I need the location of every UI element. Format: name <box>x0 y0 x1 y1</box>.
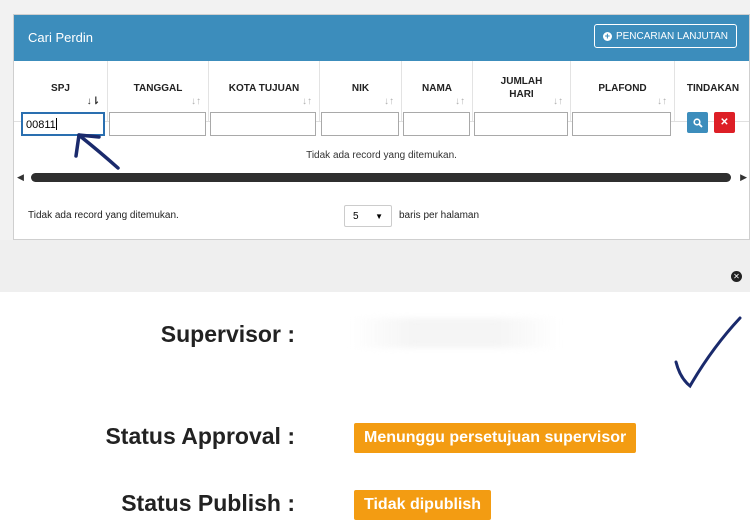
scrollbar-thumb[interactable] <box>31 173 731 182</box>
close-icon: ✕ <box>720 117 729 128</box>
search-button[interactable] <box>687 112 708 133</box>
supervisor-label: Supervisor : <box>160 321 295 347</box>
caret-down-icon: ▼ <box>375 211 383 221</box>
jumlah-hari-filter-input[interactable] <box>474 112 568 136</box>
search-icon <box>692 117 703 128</box>
panel-title: Cari Perdin <box>28 30 94 45</box>
sort-icon[interactable]: ↓↑ <box>553 96 563 107</box>
column-label: SPJ <box>51 82 70 94</box>
filter-row: 00811 ✕ <box>14 112 749 140</box>
panel-header: Cari Perdin + PENCARIAN LANJUTAN <box>14 15 749 61</box>
plafond-filter-input[interactable] <box>572 112 671 136</box>
advanced-search-label: PENCARIAN LANJUTAN <box>615 30 728 42</box>
sort-icon[interactable]: ↓↑ <box>657 96 667 107</box>
status-publish-badge: Tidak dipublish <box>354 490 492 520</box>
status-publish-label: Status Publish : <box>121 490 295 516</box>
column-label: JUMLAH HARI <box>500 76 543 100</box>
search-panel: Cari Perdin + PENCARIAN LANJUTAN SPJ ↓⇂ … <box>13 14 750 240</box>
scroll-right-icon[interactable]: ▶ <box>740 172 747 183</box>
advanced-search-button[interactable]: + PENCARIAN LANJUTAN <box>593 24 737 48</box>
close-circle-icon[interactable]: ✕ <box>731 271 742 282</box>
column-label: NIK <box>351 82 370 94</box>
sort-descending-icon[interactable]: ↓⇂ <box>87 96 100 107</box>
column-label: PLAFOND <box>598 82 647 94</box>
sort-icon[interactable]: ↓↑ <box>384 96 394 107</box>
gray-strip <box>0 240 750 292</box>
nama-filter-input[interactable] <box>403 112 470 136</box>
sort-icon[interactable]: ↓↑ <box>302 96 312 107</box>
spj-filter-value: 00811 <box>26 119 56 131</box>
sort-icon[interactable]: ↓↑ <box>455 96 465 107</box>
tanggal-filter-input[interactable] <box>109 112 206 136</box>
text-cursor <box>55 118 57 130</box>
status-approval-label: Status Approval : <box>105 423 295 449</box>
empty-table-message: Tidak ada record yang ditemukan. <box>306 150 457 161</box>
page-size-suffix: baris per halaman <box>399 210 480 221</box>
column-label: NAMA <box>422 82 452 94</box>
column-label: TANGGAL <box>133 82 183 94</box>
kota-tujuan-filter-input[interactable] <box>210 112 316 136</box>
sort-icon[interactable]: ↓↑ <box>191 96 201 107</box>
scroll-left-icon[interactable]: ◀ <box>17 172 24 183</box>
page-size-value: 5 <box>353 210 359 222</box>
spj-filter-input[interactable]: 00811 <box>21 112 105 136</box>
status-approval-badge: Menunggu persetujuan supervisor <box>354 423 637 453</box>
page-size-select[interactable]: 5 ▼ <box>344 205 392 227</box>
supervisor-value-redacted <box>350 318 560 348</box>
clear-filter-button[interactable]: ✕ <box>714 112 735 133</box>
column-label: KOTA TUJUAN <box>228 82 300 94</box>
plus-circle-icon: + <box>602 30 612 41</box>
nik-filter-input[interactable] <box>321 112 399 136</box>
column-label: TINDAKAN <box>686 82 740 94</box>
horizontal-scrollbar[interactable]: ◀ ▶ <box>14 170 749 184</box>
pagination-info: Tidak ada record yang ditemukan. <box>28 210 179 221</box>
